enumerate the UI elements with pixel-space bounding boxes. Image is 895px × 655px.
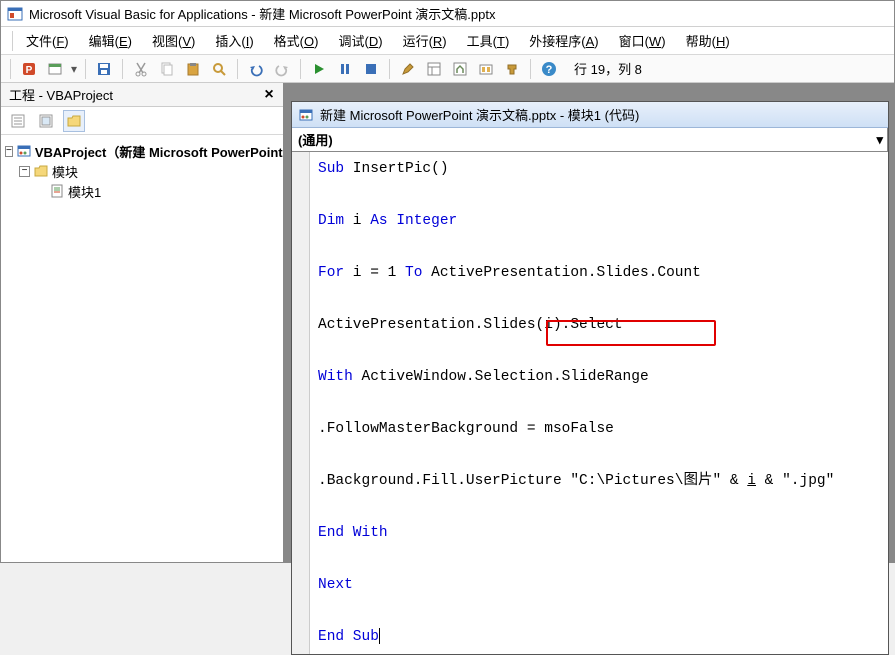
view-code-icon[interactable] (7, 110, 29, 132)
menu-format[interactable]: 格式(O) (266, 28, 327, 53)
design-mode-icon[interactable] (397, 58, 419, 80)
project-root[interactable]: VBAProject（新建 Microsoft PowerPoint 演示文稿.… (35, 142, 283, 161)
copy-icon[interactable] (156, 58, 178, 80)
insert-module-icon[interactable] (44, 58, 66, 80)
code-gutter (292, 152, 310, 654)
project-tree[interactable]: − VBAProject（新建 Microsoft PowerPoint 演示文… (1, 135, 283, 562)
powerpoint-icon[interactable]: P (18, 58, 40, 80)
stop-icon[interactable] (360, 58, 382, 80)
project-explorer-icon[interactable] (423, 58, 445, 80)
menu-help[interactable]: 帮助(H) (678, 28, 738, 53)
project-panel-title: 工程 - VBAProject (9, 85, 113, 104)
code-editor[interactable]: Sub InsertPic() Dim i As Integer For i =… (310, 152, 888, 654)
svg-text:P: P (26, 65, 33, 76)
highlight-annotation (546, 320, 716, 346)
help-icon[interactable]: ? (538, 58, 560, 80)
menu-insert[interactable]: 插入(I) (207, 28, 261, 53)
module-window-icon (298, 107, 314, 123)
svg-text:?: ? (546, 64, 553, 76)
properties-icon[interactable] (449, 58, 471, 80)
modules-folder[interactable]: 模块 (52, 162, 78, 181)
folder-toggle-icon[interactable] (63, 110, 85, 132)
menu-debug[interactable]: 调试(D) (330, 28, 390, 53)
menu-file[interactable]: 文件(F) (18, 28, 77, 53)
folder-icon (33, 163, 49, 179)
toolbox-icon[interactable] (501, 58, 523, 80)
menu-addins[interactable]: 外接程序(A) (521, 28, 606, 53)
view-object-icon[interactable] (35, 110, 57, 132)
toolbar: P ▾ ? 行 19，列 8 (1, 55, 894, 83)
collapse-icon[interactable]: − (19, 166, 30, 177)
paste-icon[interactable] (182, 58, 204, 80)
code-window: 新建 Microsoft PowerPoint 演示文稿.pptx - 模块1 … (291, 101, 889, 655)
menu-window[interactable]: 窗口(W) (611, 28, 674, 53)
scope-dropdown[interactable]: (通用) ▾ (292, 128, 888, 151)
window-title: Microsoft Visual Basic for Applications … (29, 4, 495, 23)
chevron-down-icon: ▾ (876, 132, 883, 148)
menu-view[interactable]: 视图(V) (144, 28, 203, 53)
pause-icon[interactable] (334, 58, 356, 80)
menu-tools[interactable]: 工具(T) (459, 28, 518, 53)
vba-project-icon (16, 143, 32, 159)
cursor-position: 行 19，列 8 (574, 59, 642, 78)
find-icon[interactable] (208, 58, 230, 80)
close-panel-icon[interactable]: × (259, 85, 279, 105)
redo-icon[interactable] (271, 58, 293, 80)
app-icon (7, 6, 23, 22)
module-icon (49, 183, 65, 199)
menubar: 文件(F) 编辑(E) 视图(V) 插入(I) 格式(O) 调试(D) 运行(R… (1, 27, 894, 55)
menu-edit[interactable]: 编辑(E) (81, 28, 140, 53)
undo-icon[interactable] (245, 58, 267, 80)
run-icon[interactable] (308, 58, 330, 80)
module1-item[interactable]: 模块1 (68, 182, 101, 201)
dropdown-arrow-icon[interactable]: ▾ (70, 62, 78, 76)
menu-run[interactable]: 运行(R) (395, 28, 455, 53)
object-browser-icon[interactable] (475, 58, 497, 80)
cut-icon[interactable] (130, 58, 152, 80)
code-window-title: 新建 Microsoft PowerPoint 演示文稿.pptx - 模块1 … (320, 105, 639, 124)
save-icon[interactable] (93, 58, 115, 80)
collapse-icon[interactable]: − (5, 146, 13, 157)
